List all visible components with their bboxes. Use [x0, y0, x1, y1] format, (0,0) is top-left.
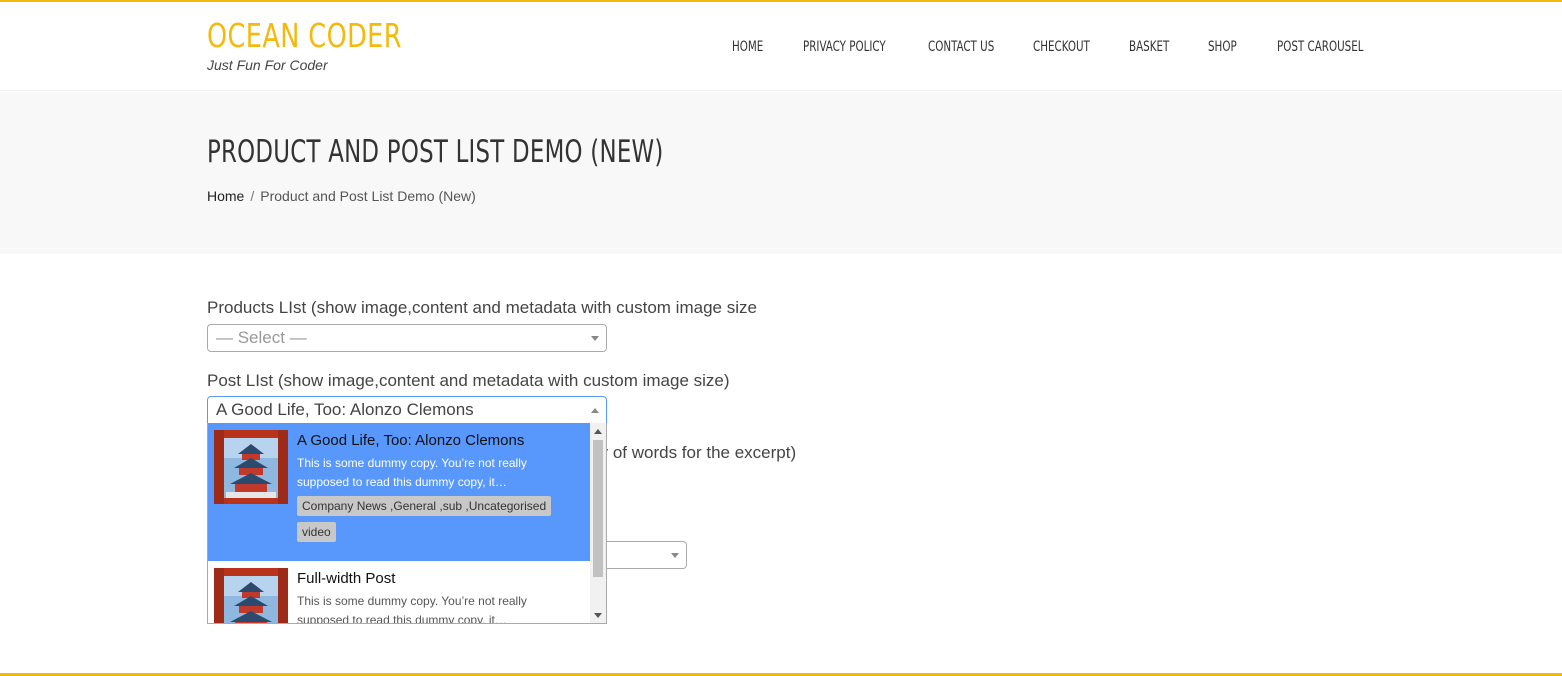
- temple-image: [214, 430, 288, 504]
- page-title-band: PRODUCT AND POST LIST DEMO (NEW) Home / Pr…: [0, 92, 1562, 254]
- category-tag: video: [297, 522, 336, 542]
- products-list-label: Products LIst (show image,content and me…: [207, 298, 757, 317]
- dropdown-option[interactable]: Full-width Post This is some dummy copy.…: [208, 561, 590, 624]
- site-header: OCEAN CODER Just Fun For Coder HOME PRIV…: [0, 2, 1562, 91]
- nav-item-checkout[interactable]: CHECKOUT: [1033, 39, 1090, 55]
- option-content: Full-width Post This is some dummy copy.…: [297, 570, 582, 624]
- option-excerpt: This is some dummy copy. You’re not real…: [297, 594, 527, 624]
- nav-item-shop[interactable]: SHOP: [1208, 39, 1237, 55]
- breadcrumb-separator: /: [250, 188, 255, 204]
- excerpt-words-label: er of words for the excerpt): [593, 443, 797, 462]
- site-title[interactable]: OCEAN CODER: [207, 16, 402, 55]
- scroll-up-icon[interactable]: [594, 429, 602, 434]
- nav-item-home[interactable]: HOME: [732, 39, 763, 55]
- breadcrumb-current: Product and Post List Demo (New): [260, 188, 476, 204]
- nav-item-basket[interactable]: BASKET: [1129, 39, 1169, 55]
- temple-image: [214, 568, 288, 623]
- dropdown-option[interactable]: A Good Life, Too: Alonzo Clemons This is…: [208, 423, 590, 561]
- breadcrumb-home-link[interactable]: Home: [207, 188, 244, 204]
- option-tags: Company News ,General ,sub ,Uncategorise…: [297, 496, 582, 548]
- option-title: A Good Life, Too: Alonzo Clemons: [297, 432, 525, 449]
- option-title: Full-width Post: [297, 570, 396, 587]
- chevron-down-icon: [591, 336, 599, 341]
- dropdown-scrollbar[interactable]: [590, 423, 606, 623]
- site-tagline: Just Fun For Coder: [207, 57, 328, 73]
- option-excerpt: This is some dummy copy. You’re not real…: [297, 456, 527, 489]
- chevron-down-icon: [671, 553, 679, 558]
- page-title: PRODUCT AND POST LIST DEMO (NEW): [207, 134, 664, 170]
- post-select-dropdown[interactable]: A Good Life, Too: Alonzo Clemons This is…: [207, 423, 607, 624]
- nav-item-post-carousel[interactable]: POST CAROUSEL: [1277, 39, 1363, 55]
- option-content: A Good Life, Too: Alonzo Clemons This is…: [297, 432, 582, 548]
- scroll-down-icon[interactable]: [594, 613, 602, 618]
- post-select-value: A Good Life, Too: Alonzo Clemons: [216, 400, 474, 419]
- category-tag: Company News ,General ,sub ,Uncategorise…: [297, 496, 552, 516]
- products-select-placeholder: — Select —: [216, 328, 307, 347]
- nav-item-privacy-policy[interactable]: PRIVACY POLICY: [803, 39, 886, 55]
- products-select[interactable]: — Select —: [207, 324, 607, 352]
- breadcrumb: Home / Product and Post List Demo (New): [207, 188, 476, 204]
- chevron-up-icon: [591, 408, 599, 413]
- nav-item-contact-us[interactable]: CONTACT US: [928, 39, 994, 55]
- post-list-label: Post LIst (show image,content and metada…: [207, 371, 730, 390]
- scrollbar-thumb[interactable]: [593, 440, 603, 577]
- post-select[interactable]: A Good Life, Too: Alonzo Clemons: [207, 396, 607, 424]
